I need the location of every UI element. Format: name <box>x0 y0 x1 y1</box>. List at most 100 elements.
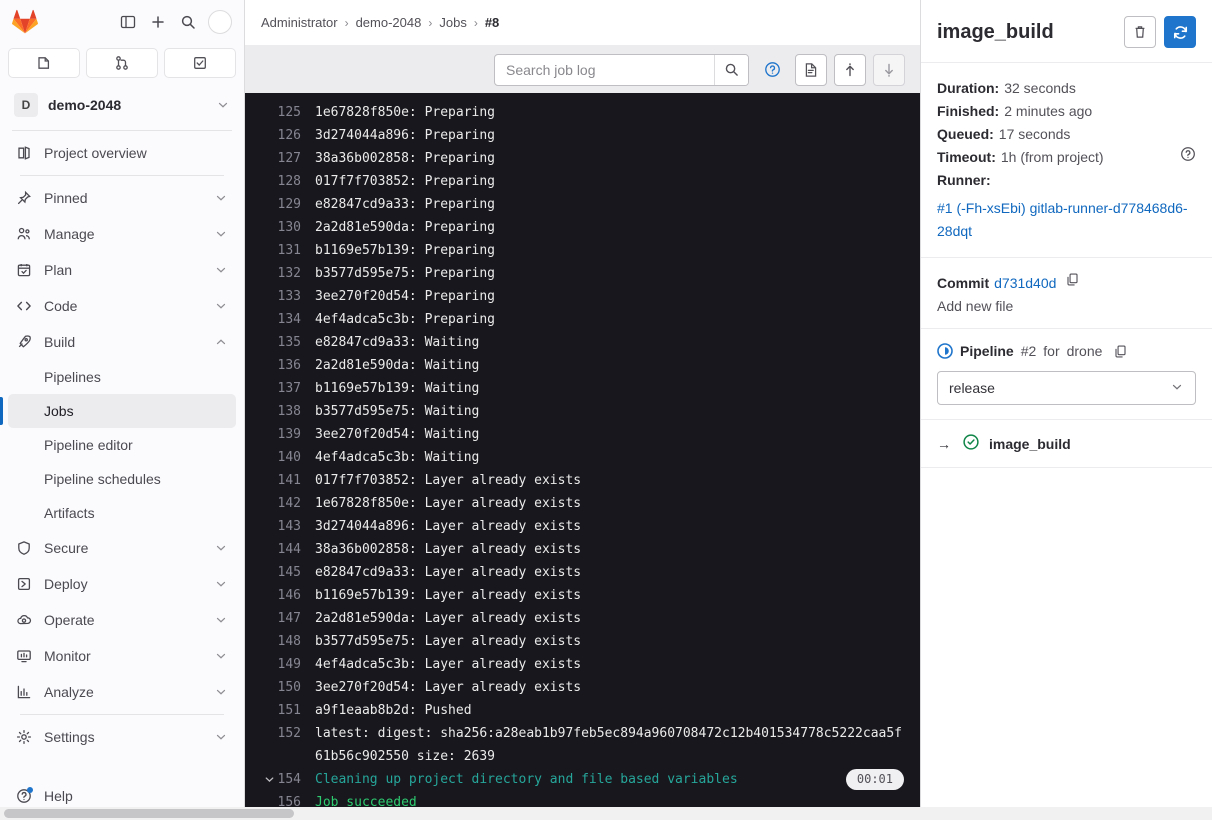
line-gutter <box>261 308 277 331</box>
search-submit-button[interactable] <box>714 54 748 85</box>
line-gutter <box>261 469 277 492</box>
sidebar-item-project-overview[interactable]: Project overview <box>8 135 236 171</box>
sidebar-item-pipelines[interactable]: Pipelines <box>8 360 236 394</box>
issues-tab[interactable] <box>8 48 80 78</box>
sidebar-item-code[interactable]: Code <box>8 288 236 324</box>
sidebar-item-jobs[interactable]: Jobs <box>0 394 236 428</box>
help-label: Help <box>44 788 73 804</box>
pipeline-number[interactable]: #2 <box>1021 343 1037 359</box>
sidebar-item-secure[interactable]: Secure <box>8 530 236 566</box>
breadcrumb-item-administrator[interactable]: Administrator <box>261 15 338 30</box>
breadcrumb-item-project[interactable]: demo-2048 <box>356 15 422 30</box>
line-number: 151 <box>277 703 301 718</box>
line-text: b1169e57b139: Waiting <box>315 381 480 396</box>
job-log-line: 126 3d274044a896: Preparing <box>245 124 920 147</box>
sidebar-item-settings[interactable]: Settings <box>8 719 236 755</box>
scrollbar-thumb[interactable] <box>4 809 294 818</box>
line-gutter <box>261 538 277 561</box>
sidebar-item-operate[interactable]: Operate <box>8 602 236 638</box>
gitlab-logo-icon <box>12 9 38 35</box>
line-number: 137 <box>277 381 301 396</box>
raw-log-button[interactable] <box>795 53 827 86</box>
job-log-help-button[interactable] <box>756 54 788 86</box>
line-number: 142 <box>277 496 301 511</box>
line-text: a9f1eaab8b2d: Pushed <box>315 703 472 718</box>
job-list-item-image-build[interactable]: → image_build <box>921 420 1212 468</box>
sidebar-item-label: Analyze <box>44 684 94 700</box>
toggle-sidebar-button[interactable] <box>114 8 142 36</box>
sidebar-item-pipeline-schedules[interactable]: Pipeline schedules <box>8 462 236 496</box>
job-log-line[interactable]: 154 Cleaning up project directory and fil… <box>245 768 920 791</box>
line-number: 145 <box>277 565 301 580</box>
line-gutter <box>261 170 277 193</box>
retry-job-button[interactable] <box>1164 16 1196 48</box>
search-button[interactable] <box>174 8 202 36</box>
job-log-line: 143 3d274044a896: Layer already exists <box>245 515 920 538</box>
sidebar-navigation: Project overview Pinned Manage Plan Code… <box>0 135 244 820</box>
search-input[interactable] <box>495 54 714 85</box>
sidebar-item-label: Manage <box>44 226 95 242</box>
project-switcher[interactable]: D demo-2048 <box>8 86 236 124</box>
line-number: 146 <box>277 588 301 603</box>
line-gutter <box>261 584 277 607</box>
sidebar-subitem-label: Pipelines <box>44 369 101 385</box>
chevron-down-icon <box>214 577 228 591</box>
status-success-icon <box>963 434 979 453</box>
sidebar-item-plan[interactable]: Plan <box>8 252 236 288</box>
line-gutter <box>261 147 277 170</box>
chevron-down-icon <box>214 227 228 241</box>
chevron-down-icon <box>214 649 228 663</box>
job-log-line: 132 b3577d595e75: Preparing <box>245 262 920 285</box>
line-text: 3ee270f20d54: Preparing <box>315 289 496 304</box>
scroll-to-top-button[interactable] <box>834 53 866 86</box>
todos-tab[interactable] <box>164 48 236 78</box>
sidebar-item-manage[interactable]: Manage <box>8 216 236 252</box>
merge-requests-tab[interactable] <box>86 48 158 78</box>
runner-link[interactable]: #1 (-Fh-xsEbi) gitlab-runner-d778468d6-2… <box>937 197 1196 243</box>
pipeline-row: Pipeline #2 for drone <box>937 343 1196 359</box>
code-icon <box>16 298 32 314</box>
project-name: demo-2048 <box>48 97 122 113</box>
sidebar-item-pipeline-editor[interactable]: Pipeline editor <box>8 428 236 462</box>
detail-label: Finished: <box>937 103 1000 119</box>
collapse-section-icon[interactable] <box>261 768 277 791</box>
line-number: 143 <box>277 519 301 534</box>
scroll-to-bottom-button[interactable] <box>873 53 905 86</box>
line-number: 150 <box>277 680 301 695</box>
line-text: latest: digest: sha256:a28eab1b97feb5ec8… <box>315 726 902 764</box>
job-log-line: 141 017f7f703852: Layer already exists <box>245 469 920 492</box>
commit-sha-link[interactable]: d731d40d <box>994 272 1056 295</box>
line-text: b1169e57b139: Layer already exists <box>315 588 582 603</box>
job-log-line: 151 a9f1eaab8b2d: Pushed <box>245 699 920 722</box>
job-detail-timeout: Timeout: 1h (from project) <box>937 146 1196 169</box>
line-gutter <box>261 193 277 216</box>
job-log[interactable]: 125 1e67828f850e: Preparing 126 3d274044a89… <box>245 93 920 820</box>
timeout-help-icon[interactable] <box>1180 146 1196 169</box>
search-job-log-field[interactable] <box>494 53 749 86</box>
erase-job-log-button[interactable] <box>1124 16 1156 48</box>
line-gutter <box>261 423 277 446</box>
stage-dropdown[interactable]: release <box>937 371 1196 405</box>
line-gutter <box>261 239 277 262</box>
sidebar-item-artifacts[interactable]: Artifacts <box>8 496 236 530</box>
stage-dropdown-value: release <box>949 380 995 396</box>
sidebar-item-monitor[interactable]: Monitor <box>8 638 236 674</box>
create-new-button[interactable] <box>144 8 172 36</box>
chevron-down-icon <box>214 263 228 277</box>
pipeline-ref[interactable]: drone <box>1067 343 1103 359</box>
sidebar-item-deploy[interactable]: Deploy <box>8 566 236 602</box>
sidebar-item-build[interactable]: Build <box>8 324 236 360</box>
line-number: 148 <box>277 634 301 649</box>
cloud-gear-icon <box>16 612 32 628</box>
copy-pipeline-ref-icon[interactable] <box>1113 344 1128 359</box>
line-text: 3ee270f20d54: Layer already exists <box>315 680 582 695</box>
sidebar-item-analyze[interactable]: Analyze <box>8 674 236 710</box>
line-gutter <box>261 446 277 469</box>
breadcrumb-item-jobs[interactable]: Jobs <box>439 15 466 30</box>
job-log-line: 152 latest: digest: sha256:a28eab1b97feb5… <box>245 722 920 768</box>
horizontal-scrollbar[interactable] <box>0 807 1212 820</box>
sidebar-item-pinned[interactable]: Pinned <box>8 180 236 216</box>
user-avatar[interactable] <box>208 10 232 34</box>
copy-commit-sha-icon[interactable] <box>1065 272 1080 287</box>
job-details: Duration: 32 seconds Finished: 2 minutes… <box>921 62 1212 258</box>
